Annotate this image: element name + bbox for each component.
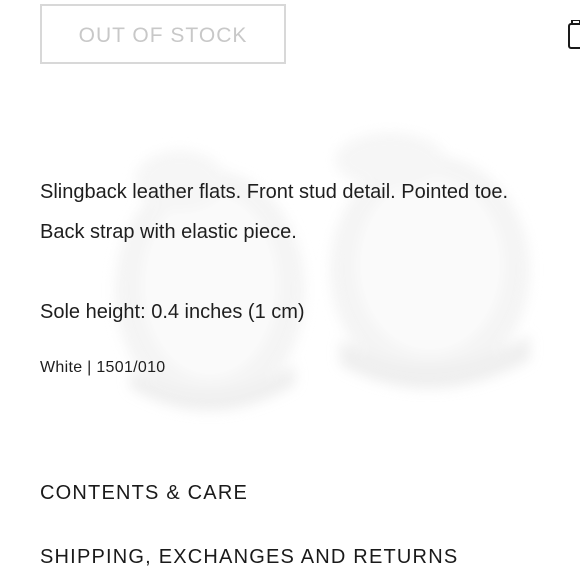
sole-height-text: Sole height: 0.4 inches (1 cm) [40, 301, 305, 323]
product-image [115, 132, 530, 411]
description-line: Back strap with elastic piece. [40, 221, 297, 243]
description-line: Slingback leather flats. Front stud deta… [40, 181, 509, 203]
shopping-bag-icon[interactable] [568, 20, 580, 50]
contents-care-link[interactable]: CONTENTS & CARE [40, 478, 248, 508]
color-reference: White | 1501/010 [40, 359, 166, 376]
shipping-returns-link[interactable]: SHIPPING, EXCHANGES AND RETURNS [40, 542, 458, 572]
product-description: Slingback leather flats. Front stud deta… [40, 172, 580, 252]
out-of-stock-button[interactable]: OUT OF STOCK [40, 4, 286, 64]
